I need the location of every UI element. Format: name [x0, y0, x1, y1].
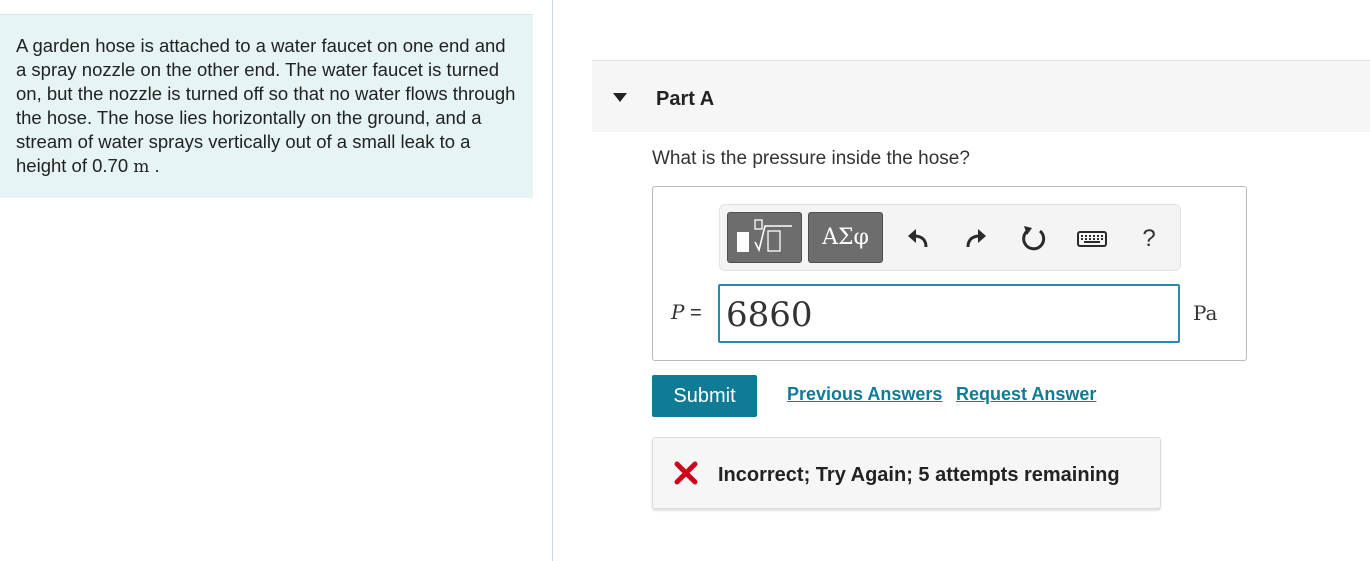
symbols-button[interactable]: ΑΣφ [808, 212, 883, 263]
templates-button[interactable] [727, 212, 802, 263]
variable-label: P = [671, 300, 702, 325]
help-button[interactable]: ? [1134, 224, 1164, 254]
collapse-caret-icon[interactable] [613, 93, 627, 102]
templates-icon [736, 218, 792, 252]
request-answer-link[interactable]: Request Answer [956, 384, 1096, 405]
answer-box: ΑΣφ ? P = 6860 Pa [652, 186, 1247, 361]
reset-icon[interactable] [1019, 224, 1049, 254]
problem-statement: A garden hose is attached to a water fau… [16, 34, 517, 179]
undo-icon[interactable] [903, 224, 933, 254]
column-divider [552, 0, 553, 561]
keyboard-icon[interactable] [1075, 224, 1109, 254]
question-text: What is the pressure inside the hose? [652, 148, 970, 169]
variable-name: P [671, 300, 685, 324]
previous-answers-link[interactable]: Previous Answers [787, 384, 942, 405]
feedback-message: Incorrect; Try Again; 5 attempts remaini… [718, 464, 1120, 486]
problem-text-end: . [149, 155, 160, 176]
answer-unit: Pa [1193, 301, 1218, 325]
x-mark-icon [674, 461, 698, 485]
feedback-box: Incorrect; Try Again; 5 attempts remaini… [652, 437, 1161, 509]
problem-panel: A garden hose is attached to a water fau… [0, 14, 533, 198]
equals-sign: = [684, 302, 702, 324]
problem-text: A garden hose is attached to a water fau… [16, 35, 516, 176]
submit-button[interactable]: Submit [652, 375, 757, 417]
part-header[interactable]: Part A [592, 60, 1370, 132]
problem-unit: m [133, 157, 150, 177]
answer-input[interactable] [718, 284, 1180, 343]
math-toolbar: ΑΣφ ? [719, 204, 1181, 271]
part-title: Part A [656, 88, 715, 110]
redo-icon[interactable] [961, 224, 991, 254]
